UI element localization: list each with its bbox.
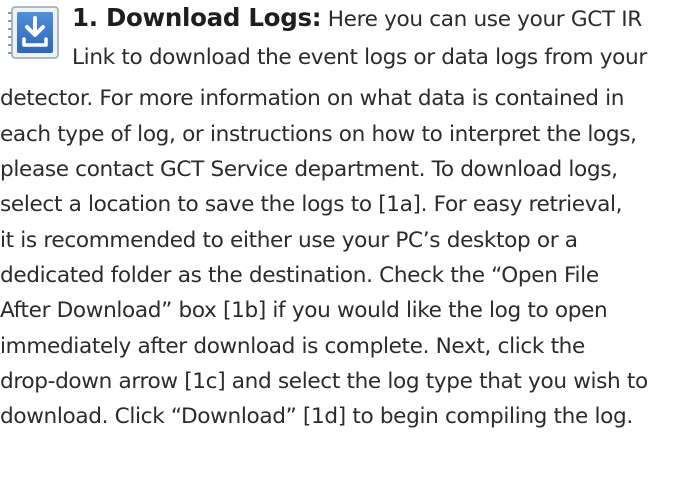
text-line-5: please contact GCT Service department. T…	[0, 157, 618, 182]
text-line-2: Link to download the event logs or data …	[72, 45, 647, 70]
download-arrow-icon	[5, 3, 61, 61]
text-line-4: each type of log, or instructions on how…	[0, 122, 637, 147]
document-page: 1. Download Logs: Here you can use your …	[0, 0, 691, 487]
text-line-7: it is recommended to either use your PC’…	[0, 228, 578, 253]
text-line-6: select a location to save the logs to [1…	[0, 192, 623, 217]
text-line-10: immediately after download is complete. …	[0, 334, 585, 359]
text-line-12: download. Click “Download” [1d] to begin…	[0, 404, 633, 429]
section-heading: 1. Download Logs:	[72, 3, 322, 32]
text-line-9: After Download” box [1b] if you would li…	[0, 298, 608, 323]
text-line-1-body: Here you can use your GCT IR	[327, 7, 643, 32]
text-line-1: 1. Download Logs: Here you can use your …	[72, 4, 642, 33]
text-line-11: drop-down arrow [1c] and select the log …	[0, 369, 648, 394]
text-line-3: detector. For more information on what d…	[0, 86, 625, 111]
text-line-8: dedicated folder as the destination. Che…	[0, 263, 599, 288]
